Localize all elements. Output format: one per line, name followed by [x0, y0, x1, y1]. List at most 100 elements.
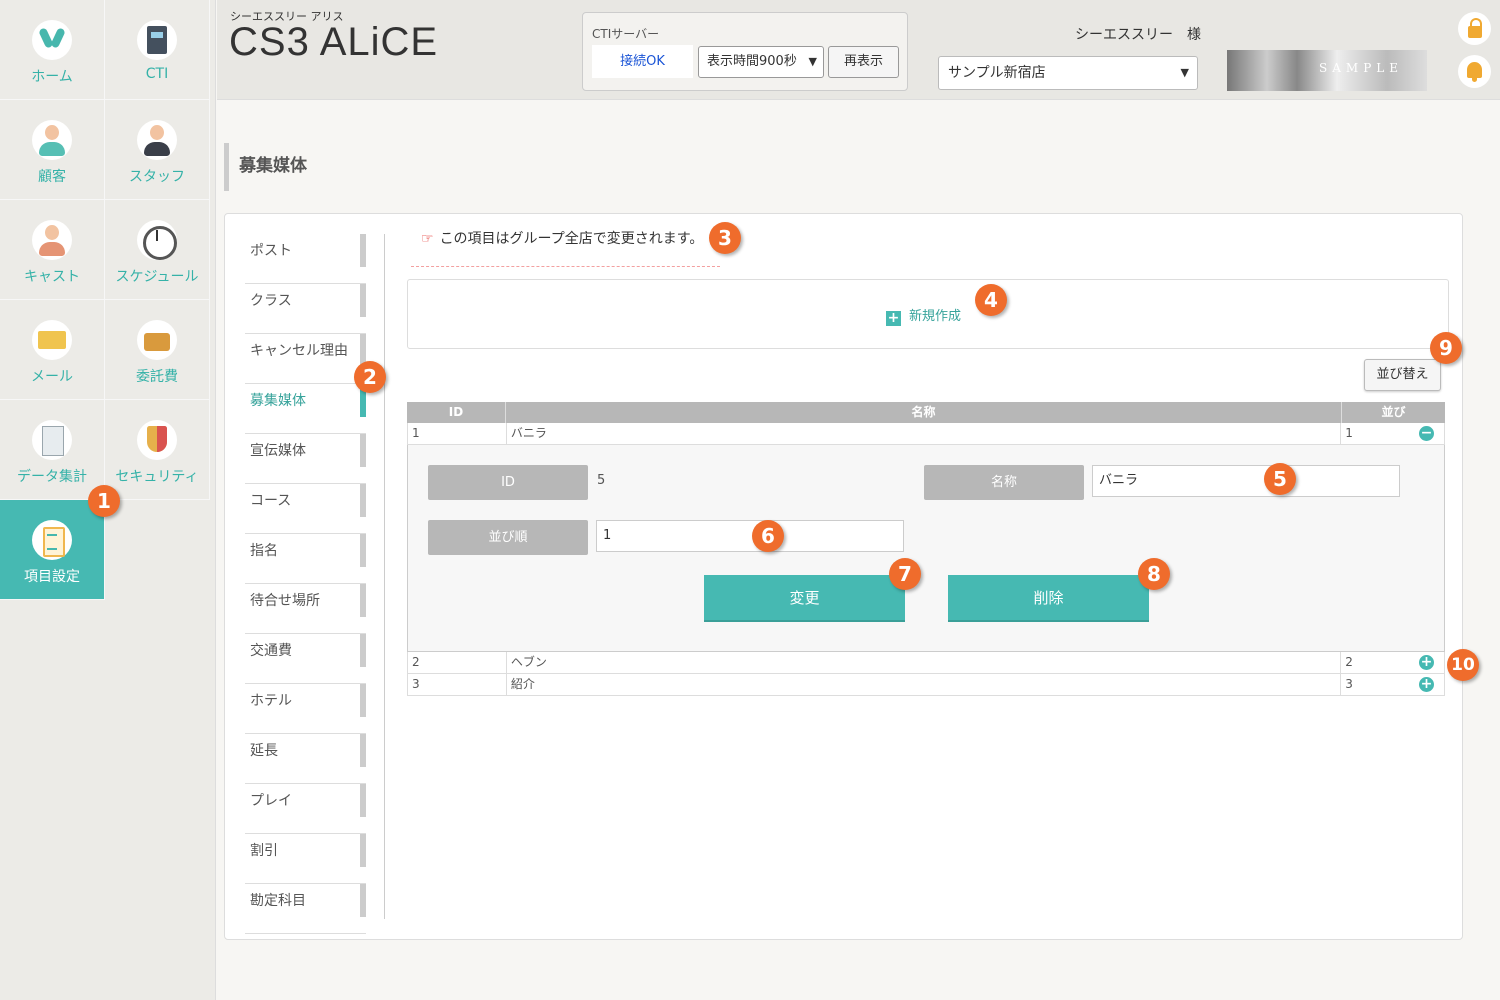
content-panel: ポスト クラス キャンセル理由 募集媒体 宣伝媒体 コース 指名 待合せ場所 交… [224, 213, 1463, 940]
annotation-badge: 9 [1430, 332, 1462, 364]
bell-icon[interactable] [1458, 55, 1491, 88]
new-item-label: 新規作成 [909, 309, 962, 324]
submenu-item-play[interactable]: プレイ [245, 784, 366, 834]
submenu-item-meeting-place[interactable]: 待合せ場所 [245, 584, 366, 634]
display-time-value: 表示時間900秒 [707, 54, 797, 69]
column-header-name: 名称 [506, 402, 1342, 423]
id-label: ID [428, 465, 588, 500]
table-row[interactable]: 2 ヘブン 2 + [407, 652, 1445, 674]
settings-submenu: ポスト クラス キャンセル理由 募集媒体 宣伝媒体 コース 指名 待合せ場所 交… [245, 234, 366, 934]
nav-cast-label: キャスト [24, 269, 80, 285]
collapse-icon[interactable]: − [1419, 426, 1434, 441]
chevron-down-icon: ▼ [1180, 66, 1189, 79]
delete-button[interactable]: 削除 [948, 575, 1149, 622]
submenu-item-cancel-reason[interactable]: キャンセル理由 [245, 334, 366, 384]
rabbit-icon [32, 20, 72, 60]
nav-staff[interactable]: スタッフ [105, 100, 210, 200]
customer-icon [32, 120, 72, 160]
order-input[interactable]: 1 [596, 520, 904, 552]
submenu-item-nomination[interactable]: 指名 [245, 534, 366, 584]
nav-customer-label: 顧客 [38, 169, 66, 185]
page-title: 募集媒体 [224, 143, 424, 191]
nav-data[interactable]: データ集計 [0, 400, 105, 500]
name-label: 名称 [924, 465, 1084, 500]
expand-icon[interactable]: + [1419, 655, 1434, 670]
submenu-item-hotel[interactable]: ホテル [245, 684, 366, 734]
cell-id: 1 [408, 423, 507, 444]
name-input[interactable]: バニラ [1092, 465, 1400, 497]
display-time-select[interactable]: 表示時間900秒 ▼ [698, 46, 824, 78]
table-row[interactable]: 3 紹介 3 + [407, 674, 1445, 696]
mail-icon [32, 320, 72, 360]
cell-name: 紹介 [507, 674, 1342, 695]
nav-schedule-label: スケジュール [115, 269, 199, 285]
submenu-item-ad-media[interactable]: 宣伝媒体 [245, 434, 366, 484]
nav-home[interactable]: ホーム [0, 0, 105, 100]
nav-customer[interactable]: 顧客 [0, 100, 105, 200]
nav-home-label: ホーム [31, 69, 73, 85]
chart-icon [32, 420, 72, 460]
group-notice-text: この項目はグループ全店で変更されます。 [439, 231, 704, 247]
app-title: CS3 ALiCE [229, 20, 439, 64]
submenu-item-transport[interactable]: 交通費 [245, 634, 366, 684]
cell-order-value: 1 [1345, 426, 1353, 440]
cell-id: 3 [408, 674, 507, 695]
annotation-badge: 7 [889, 558, 921, 590]
cell-order: 1 − [1341, 423, 1444, 444]
nav-data-label: データ集計 [17, 469, 87, 485]
phone-icon [137, 20, 177, 60]
submenu-item-course[interactable]: コース [245, 484, 366, 534]
nav-commission-label: 委託費 [136, 369, 178, 385]
store-select[interactable]: サンプル新宿店 ▼ [938, 56, 1198, 90]
annotation-badge: 6 [752, 520, 784, 552]
clock-icon [137, 220, 177, 260]
nav-mail-label: メール [31, 369, 73, 385]
refresh-button[interactable]: 再表示 [828, 46, 899, 78]
nav-schedule[interactable]: スケジュール [105, 200, 210, 300]
update-button[interactable]: 変更 [704, 575, 905, 622]
cell-order-value: 3 [1345, 677, 1353, 691]
staff-icon [137, 120, 177, 160]
nav-item-settings-label: 項目設定 [24, 569, 80, 585]
annotation-badge: 4 [975, 284, 1007, 316]
cast-icon [32, 220, 72, 260]
annotation-badge: 8 [1138, 558, 1170, 590]
table-row[interactable]: 1 バニラ 1 − [407, 423, 1445, 445]
plus-icon: + [886, 310, 901, 326]
order-label: 並び順 [428, 520, 588, 555]
nav-staff-label: スタッフ [129, 169, 185, 185]
submenu-item-recruit-media[interactable]: 募集媒体 [245, 384, 366, 434]
new-item-link[interactable]: + 新規作成 [886, 305, 961, 326]
submenu-item-extension[interactable]: 延長 [245, 734, 366, 784]
nav-cti-label: CTI [145, 66, 169, 82]
submenu-item-class[interactable]: クラス [245, 284, 366, 334]
cti-panel: CTIサーバー 接続OK 表示時間900秒 ▼ 再表示 [582, 12, 908, 91]
media-table: ID 名称 並び 1 バニラ 1 − ID 5 名称 バニラ 並び順 1 変更 … [407, 402, 1445, 696]
sort-button[interactable]: 並び替え [1364, 359, 1441, 391]
nav-cast[interactable]: キャスト [0, 200, 105, 300]
clipboard-icon [32, 520, 72, 560]
nav-security[interactable]: セキュリティ [105, 400, 210, 500]
cell-id: 2 [408, 652, 507, 673]
annotation-badge: 5 [1264, 463, 1296, 495]
nav-mail[interactable]: メール [0, 300, 105, 400]
annotation-badge: 1 [88, 485, 120, 517]
expand-icon[interactable]: + [1419, 677, 1434, 692]
submenu-item-discount[interactable]: 割引 [245, 834, 366, 884]
user-name: シーエススリー 様 [1075, 27, 1201, 43]
annotation-badge: 10 [1447, 649, 1479, 681]
lock-icon[interactable] [1458, 12, 1491, 45]
nav-item-settings[interactable]: 項目設定 [0, 500, 105, 600]
nav-commission[interactable]: 委託費 [105, 300, 210, 400]
cti-label: CTIサーバー [592, 27, 660, 41]
store-select-value: サンプル新宿店 [948, 65, 1046, 81]
divider [411, 266, 720, 267]
chevron-down-icon: ▼ [808, 55, 817, 68]
submenu-item-post[interactable]: ポスト [245, 234, 366, 284]
annotation-badge: 2 [354, 361, 386, 393]
cell-order: 2 + [1341, 652, 1444, 673]
divider [384, 234, 385, 919]
shield-icon [137, 420, 177, 460]
submenu-item-account[interactable]: 勘定科目 [245, 884, 366, 934]
nav-cti[interactable]: CTI [105, 0, 210, 100]
